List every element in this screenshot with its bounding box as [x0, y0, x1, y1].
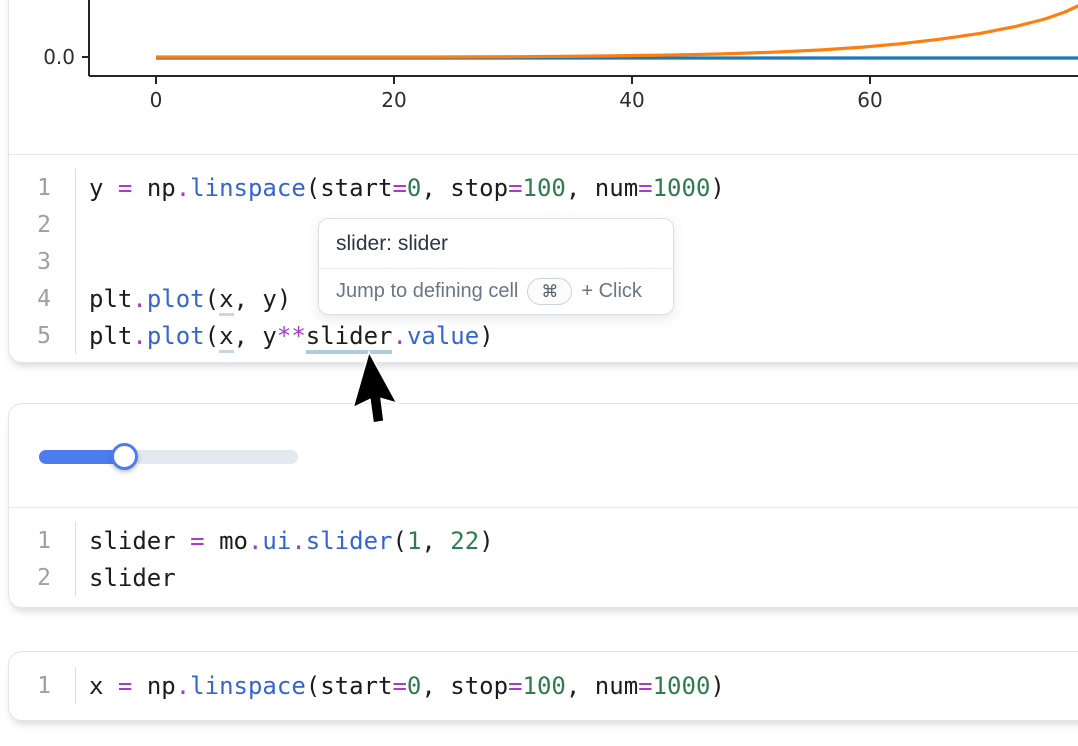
- code-line[interactable]: 1slider = mo.ui.slider(1, 22): [9, 522, 1078, 559]
- notebook-viewport: { "page": { "background": "#ffffff" }, "…: [0, 0, 1078, 746]
- line-number: 1: [9, 169, 76, 206]
- line-number: 3: [9, 243, 76, 280]
- tooltip-action-label: Jump to defining cell: [336, 280, 518, 303]
- x-cell-code-editor[interactable]: 1x = np.linspace(start=0, stop=100, num=…: [9, 652, 1078, 720]
- variable-tooltip: slider: slider Jump to defining cell ⌘ +…: [318, 218, 674, 315]
- line-number: 4: [9, 280, 76, 317]
- slider-track[interactable]: [39, 450, 298, 464]
- code-text: slider = mo.ui.slider(1, 22): [76, 527, 494, 555]
- svg-text:60: 60: [857, 88, 882, 112]
- code-text: plt.plot(x, y): [76, 285, 291, 313]
- code-text: x = np.linspace(start=0, stop=100, num=1…: [76, 672, 725, 700]
- line-number: 2: [9, 559, 76, 596]
- code-line[interactable]: 2slider: [9, 559, 1078, 596]
- svg-text:0: 0: [150, 88, 163, 112]
- line-number: 5: [9, 317, 76, 354]
- tooltip-action-row: Jump to defining cell ⌘ + Click: [319, 269, 673, 314]
- line-number: 1: [9, 522, 76, 559]
- svg-text:40: 40: [619, 88, 644, 112]
- cell-slider: 1slider = mo.ui.slider(1, 22)2slider: [8, 403, 1078, 608]
- line-number: 2: [9, 206, 76, 243]
- slider-cell-code-editor[interactable]: 1slider = mo.ui.slider(1, 22)2slider: [9, 507, 1078, 607]
- line-chart-output: 0 20 40 60 0.0: [0, 0, 1078, 127]
- tooltip-title: slider: slider: [319, 219, 673, 269]
- code-text: y = np.linspace(start=0, stop=100, num=1…: [76, 174, 725, 202]
- code-line[interactable]: 5plt.plot(x, y**slider.value): [9, 317, 1078, 354]
- command-key-icon: ⌘: [541, 282, 558, 302]
- svg-text:20: 20: [381, 88, 406, 112]
- code-text: plt.plot(x, y**slider.value): [76, 322, 494, 350]
- command-key-pill: ⌘: [527, 278, 572, 305]
- svg-text:0.0: 0.0: [43, 45, 75, 69]
- code-line[interactable]: 1y = np.linspace(start=0, stop=100, num=…: [9, 169, 1078, 206]
- slider-thumb[interactable]: [111, 443, 138, 470]
- tooltip-click-label: + Click: [581, 280, 642, 303]
- cell-x: 1x = np.linspace(start=0, stop=100, num=…: [8, 651, 1078, 721]
- code-text: slider: [76, 564, 176, 592]
- line-number: 1: [9, 667, 76, 704]
- code-line[interactable]: 1x = np.linspace(start=0, stop=100, num=…: [9, 667, 1078, 704]
